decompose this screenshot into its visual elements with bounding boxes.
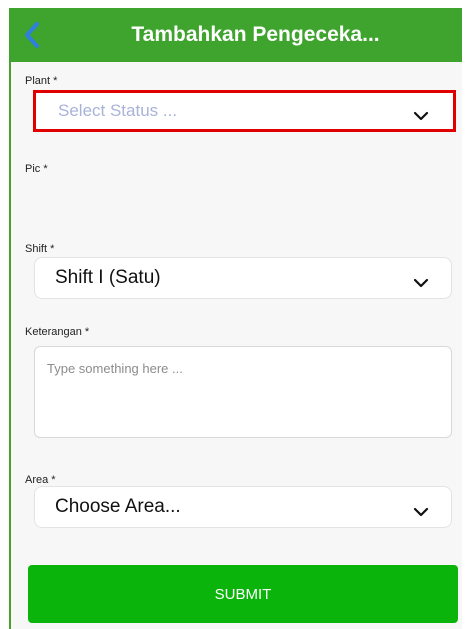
plant-select-placeholder: Select Status ... (58, 101, 178, 120)
chevron-left-icon[interactable] (21, 20, 45, 50)
plant-label: Plant * (25, 75, 58, 87)
chevron-down-icon (413, 504, 429, 517)
chevron-down-icon (413, 275, 429, 288)
shift-select-value: Shift I (Satu) (55, 267, 161, 288)
app-header: Tambahkan Pengeceka... (9, 8, 462, 62)
submit-button[interactable]: SUBMIT (28, 565, 458, 623)
plant-select[interactable]: Select Status ... (33, 90, 456, 132)
area-select[interactable]: Choose Area... (34, 486, 452, 528)
page-title: Tambahkan Pengeceka... (131, 23, 380, 46)
area-label: Area * (25, 474, 56, 486)
shift-label: Shift * (25, 243, 55, 255)
area-select-placeholder: Choose Area... (55, 496, 181, 517)
shift-select[interactable]: Shift I (Satu) (34, 257, 452, 299)
pic-label: Pic * (25, 163, 48, 175)
chevron-down-icon (413, 108, 429, 121)
keterangan-label: Keterangan * (25, 326, 90, 338)
keterangan-placeholder: Type something here ... (47, 361, 183, 376)
keterangan-textarea[interactable]: Type something here ... (34, 346, 452, 438)
